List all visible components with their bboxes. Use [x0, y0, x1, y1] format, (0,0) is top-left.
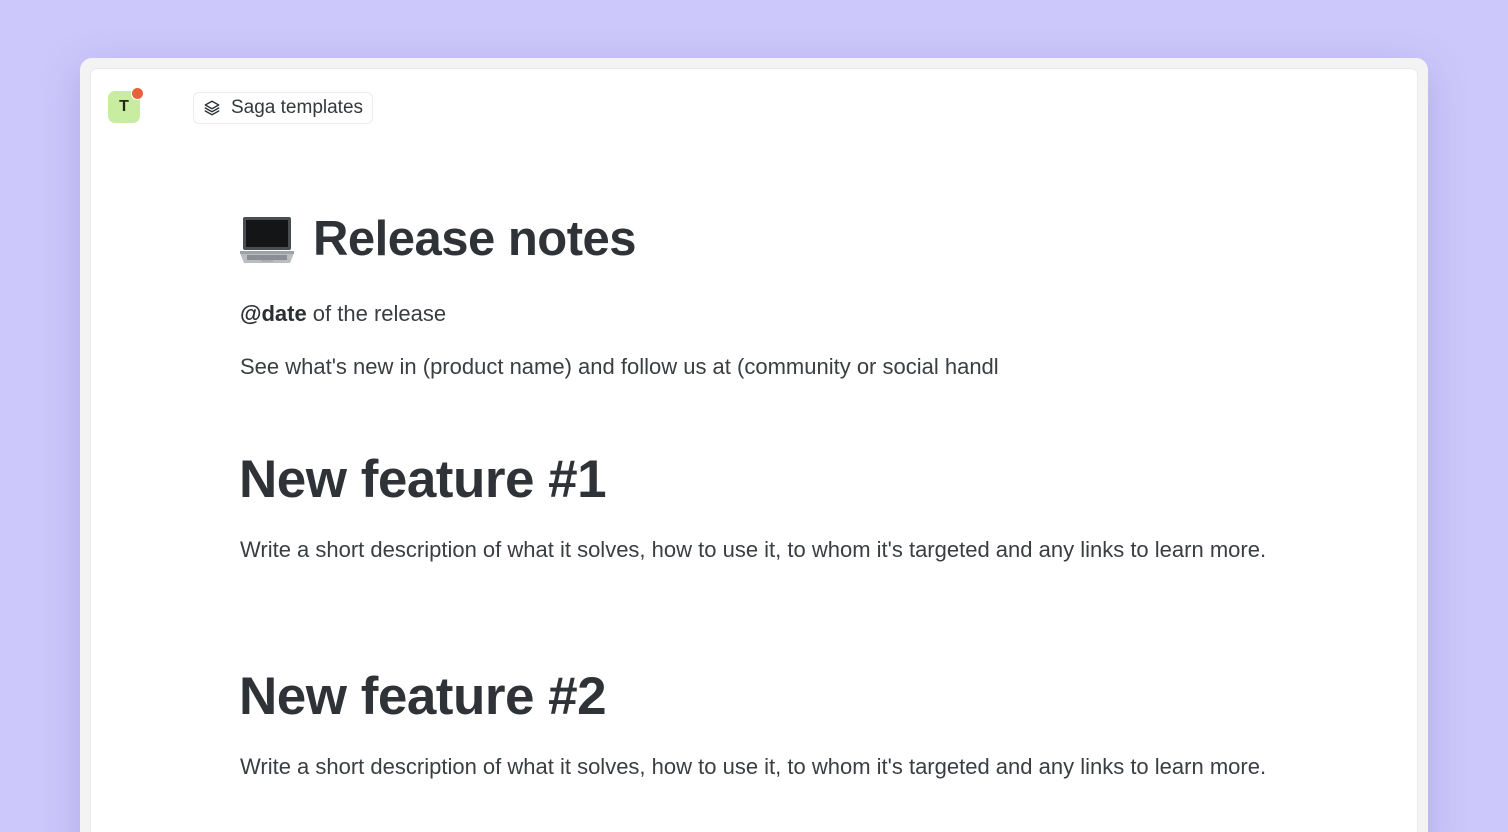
date-line[interactable]: @date of the release — [240, 301, 446, 327]
feature-heading[interactable]: New feature #2 — [239, 666, 607, 727]
avatar-letter: T — [119, 98, 129, 115]
workspace-avatar[interactable]: T — [108, 87, 144, 123]
notification-dot — [131, 87, 144, 100]
laptop-icon — [240, 217, 294, 263]
page-title[interactable]: Release notes — [313, 211, 637, 267]
feature-heading[interactable]: New feature #1 — [239, 449, 607, 510]
layers-icon — [204, 100, 220, 116]
breadcrumb[interactable]: Saga templates — [193, 92, 374, 124]
app-window: T Saga templates Release notes @date of … — [91, 69, 1417, 832]
feature-description[interactable]: Write a short description of what it sol… — [240, 532, 1275, 567]
date-suffix: of the release — [306, 301, 447, 326]
feature-description[interactable]: Write a short description of what it sol… — [240, 749, 1275, 784]
date-mention[interactable]: @date — [240, 301, 307, 326]
intro-paragraph[interactable]: See what's new in (product name) and fol… — [240, 354, 1035, 380]
breadcrumb-label: Saga templates — [231, 97, 364, 118]
page-title-row: Release notes — [239, 211, 637, 267]
